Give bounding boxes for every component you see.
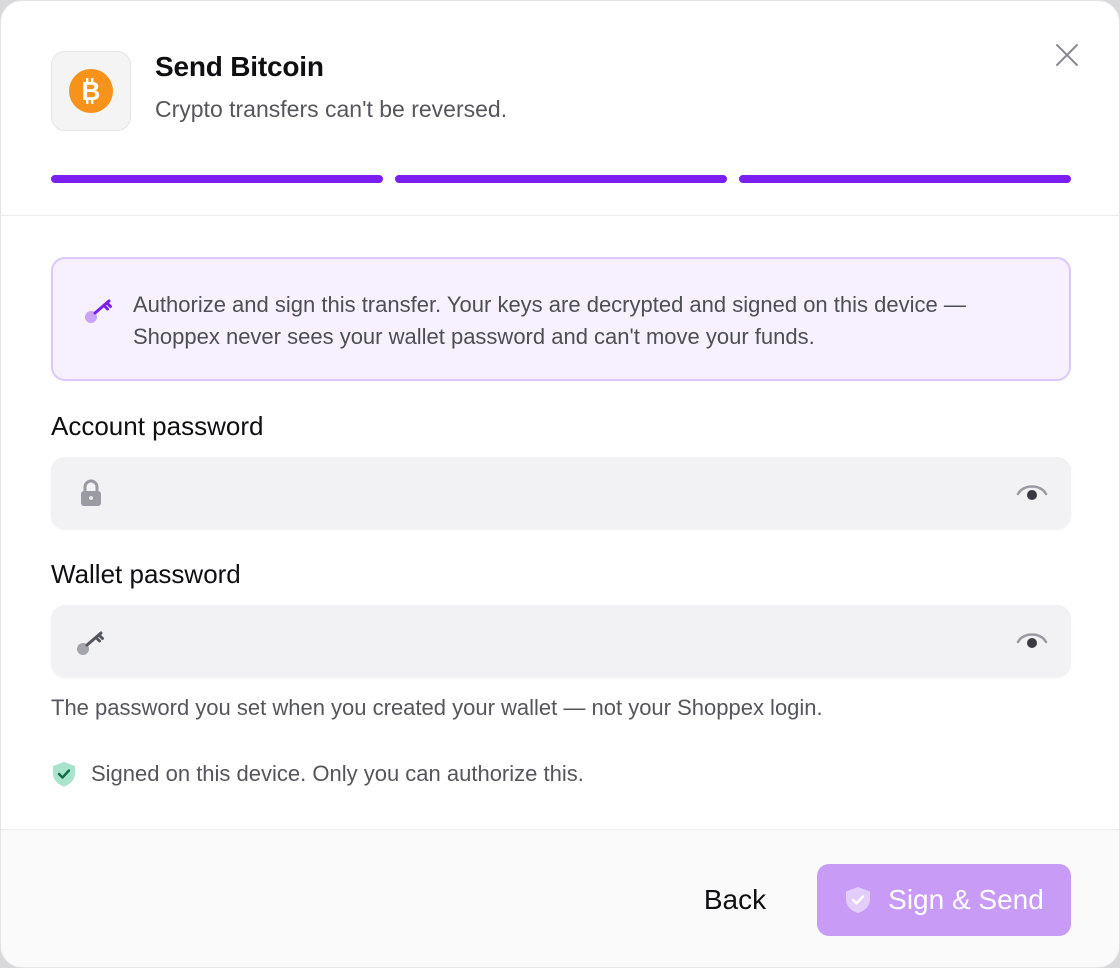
shield-check-icon bbox=[846, 887, 871, 913]
progress-step-3 bbox=[739, 175, 1071, 183]
dialog-title: Send Bitcoin bbox=[155, 51, 324, 82]
shield-check-icon bbox=[53, 762, 75, 787]
eye-icon[interactable] bbox=[1016, 481, 1048, 505]
info-callout: Authorize and sign this transfer. Your k… bbox=[51, 257, 1071, 381]
coin-tile: B bbox=[51, 51, 131, 131]
account-password-field[interactable] bbox=[51, 457, 1071, 529]
close-button[interactable] bbox=[1049, 37, 1085, 73]
security-note: Signed on this device. Only you can auth… bbox=[51, 759, 584, 789]
progress-step-1 bbox=[51, 175, 383, 183]
wallet-password-label: Wallet password bbox=[51, 559, 241, 589]
wallet-password-hint: The password you set when you created yo… bbox=[51, 695, 823, 720]
dialog-header: B Send Bitcoin Crypto transfers can't be… bbox=[1, 1, 1119, 216]
info-text: Authorize and sign this transfer. Your k… bbox=[133, 292, 966, 349]
sign-and-send-button[interactable]: Sign & Send bbox=[817, 864, 1071, 936]
toggle-account-password-visibility[interactable] bbox=[1015, 477, 1049, 509]
key-icon bbox=[83, 293, 115, 325]
key-icon bbox=[75, 625, 107, 657]
wallet-password-field[interactable] bbox=[51, 605, 1071, 677]
eye-icon[interactable] bbox=[1016, 629, 1048, 653]
wallet-password-input[interactable] bbox=[121, 605, 1001, 677]
bitcoin-icon: B bbox=[69, 69, 113, 113]
toggle-wallet-password-visibility[interactable] bbox=[1015, 625, 1049, 657]
sign-and-send-label: Sign & Send bbox=[888, 884, 1044, 915]
step-progress bbox=[51, 175, 1071, 183]
dialog-subtitle: Crypto transfers can't be reversed. bbox=[155, 96, 508, 122]
dialog-footer: Back Sign & Send bbox=[1, 829, 1119, 967]
send-bitcoin-dialog: B Send Bitcoin Crypto transfers can't be… bbox=[0, 0, 1120, 968]
account-password-label: Account password bbox=[51, 411, 264, 441]
security-note-text: Signed on this device. Only you can auth… bbox=[91, 761, 584, 786]
back-button[interactable]: Back bbox=[681, 864, 789, 936]
account-password-input[interactable] bbox=[121, 457, 1001, 529]
close-icon[interactable] bbox=[1055, 43, 1079, 67]
progress-step-2 bbox=[395, 175, 727, 183]
lock-icon bbox=[75, 477, 107, 509]
